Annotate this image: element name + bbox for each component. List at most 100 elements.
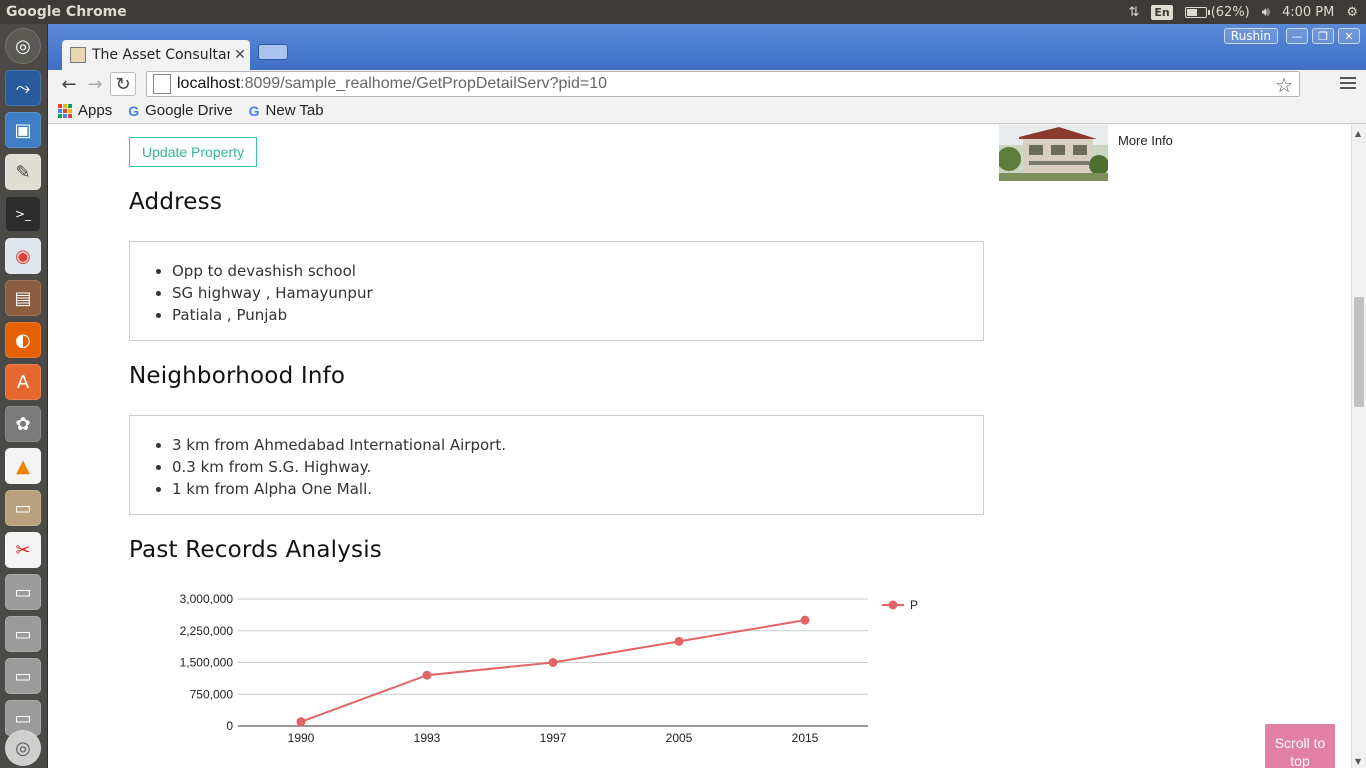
- maximize-button[interactable]: ❐: [1312, 28, 1334, 44]
- google-icon: G: [128, 102, 140, 119]
- system-top-panel: Google Chrome ⇅ En (62%) 🔊︎ 4:00 PM ⚙: [0, 0, 1366, 24]
- data-point: [674, 636, 684, 646]
- scroll-to-top-button[interactable]: Scroll to top: [1265, 724, 1335, 768]
- firefox-icon[interactable]: ◐: [5, 322, 41, 358]
- data-point: [296, 717, 306, 727]
- profile-button[interactable]: Rushin: [1223, 28, 1278, 44]
- settings-gear-icon[interactable]: ⚙: [1346, 5, 1358, 20]
- system-indicators: ⇅ En (62%) 🔊︎ 4:00 PM ⚙: [1128, 0, 1366, 24]
- text-editor-icon[interactable]: ✎: [5, 154, 41, 190]
- y-tick-label: 1,500,000: [180, 656, 234, 670]
- y-tick-label: 750,000: [190, 687, 234, 701]
- x-tick-label: 1990: [288, 731, 315, 745]
- bookmark-label: Google Drive: [145, 102, 233, 119]
- scroll-up-arrow-icon[interactable]: ▲: [1355, 129, 1361, 138]
- bookmark-apps[interactable]: Apps: [58, 102, 112, 119]
- bookmark-label: New Tab: [265, 102, 324, 119]
- series-line: [300, 619, 806, 723]
- window-titlebar: The Asset Consultan ✕ Rushin — ❐ ✕: [48, 24, 1366, 70]
- address-line: Patiala , Punjab: [172, 304, 983, 326]
- clock[interactable]: 4:00 PM: [1282, 5, 1334, 20]
- y-tick-label: 0: [226, 719, 233, 733]
- tab-close-icon[interactable]: ✕: [230, 47, 250, 63]
- battery-level-fill: [1186, 8, 1198, 16]
- virtualbox-icon[interactable]: ▣: [5, 112, 41, 148]
- property-thumbnail[interactable]: [999, 125, 1108, 181]
- neighborhood-box: 3 km from Ahmedabad International Airpor…: [129, 415, 984, 515]
- google-icon: G: [248, 102, 260, 119]
- address-list: Opp to devashish school SG highway , Ham…: [172, 260, 983, 326]
- bookmark-google-drive[interactable]: G Google Drive: [128, 102, 232, 119]
- y-tick-label: 2,250,000: [180, 624, 234, 638]
- legend-marker: [888, 600, 898, 610]
- window-controls: — ❐ ✕: [1286, 28, 1360, 44]
- volume-icon[interactable]: 🔊︎: [1262, 5, 1270, 20]
- data-point: [422, 670, 432, 680]
- site-favicon-icon: [70, 47, 86, 63]
- unity-launcher: ◎ ⤳ ▣ ✎ >_ ◉ ▤ ◐ A ✿ ▲ ▭ ✂ ▭ ▭ ▭ ▭ ◎: [0, 24, 48, 768]
- update-property-button[interactable]: Update Property: [129, 137, 257, 167]
- close-window-button[interactable]: ✕: [1338, 28, 1360, 44]
- neighborhood-list: 3 km from Ahmedabad International Airpor…: [172, 434, 983, 500]
- browser-toolbar: ← → ↻ localhost:8099/sample_realhome/Get…: [48, 70, 1366, 98]
- archive-manager-icon[interactable]: ▭: [5, 490, 41, 526]
- reload-button[interactable]: ↻: [110, 72, 136, 96]
- chrome-menu-button[interactable]: [1340, 73, 1356, 93]
- bookmarks-bar: Apps G Google Drive G New Tab: [48, 98, 1366, 124]
- data-point: [800, 615, 810, 625]
- active-app-name: Google Chrome: [6, 4, 127, 20]
- scrollbar-thumb[interactable]: [1354, 297, 1364, 407]
- battery-indicator[interactable]: (62%): [1184, 4, 1250, 20]
- git-client-icon[interactable]: ⤳: [5, 70, 41, 106]
- drive-icon[interactable]: ▭: [5, 574, 41, 610]
- optical-disc-icon[interactable]: ◎: [5, 730, 41, 766]
- neighborhood-line: 3 km from Ahmedabad International Airpor…: [172, 434, 983, 456]
- data-point: [548, 658, 558, 667]
- dash-home-icon[interactable]: ◎: [5, 28, 41, 64]
- apps-grid-icon: [58, 103, 72, 118]
- address-heading: Address: [129, 189, 222, 215]
- chrome-icon[interactable]: ◉: [5, 238, 41, 274]
- battery-percentage: (62%): [1210, 4, 1250, 20]
- bookmark-star-icon[interactable]: ☆: [1275, 73, 1293, 98]
- new-tab-button[interactable]: [258, 44, 288, 60]
- back-button[interactable]: ←: [56, 72, 82, 96]
- forward-button[interactable]: →: [82, 72, 108, 96]
- address-bar[interactable]: localhost:8099/sample_realhome/GetPropDe…: [146, 71, 1300, 97]
- y-tick-label: 3,000,000: [180, 592, 234, 606]
- network-icon[interactable]: ⇅: [1128, 5, 1139, 20]
- url-host: localhost: [177, 75, 241, 92]
- system-settings-icon[interactable]: ✿: [5, 406, 41, 442]
- pinta-icon[interactable]: ✂: [5, 532, 41, 568]
- minimize-button[interactable]: —: [1286, 28, 1308, 44]
- records-heading: Past Records Analysis: [129, 537, 382, 563]
- page-info-icon[interactable]: [153, 74, 171, 94]
- neighborhood-heading: Neighborhood Info: [129, 363, 346, 389]
- software-center-icon[interactable]: A: [5, 364, 41, 400]
- price-line-chart: 0 750,000 1,500,000 2,250,000 3,000,000 1990 1…: [180, 592, 918, 745]
- vlc-icon[interactable]: ▲: [5, 448, 41, 484]
- files-icon[interactable]: ▤: [5, 280, 41, 316]
- address-line: SG highway , Hamayunpur: [172, 282, 983, 304]
- terminal-icon[interactable]: >_: [5, 196, 41, 232]
- x-tick-label: 2015: [792, 731, 819, 745]
- address-line: Opp to devashish school: [172, 260, 983, 282]
- bookmark-label: Apps: [78, 102, 113, 119]
- keyboard-layout-indicator[interactable]: En: [1151, 4, 1173, 20]
- battery-icon: [1184, 6, 1210, 18]
- x-tick-label: 2005: [666, 731, 693, 745]
- tab-title: The Asset Consultan: [92, 47, 230, 63]
- chrome-window: The Asset Consultan ✕ Rushin — ❐ ✕ ← → ↻…: [48, 24, 1366, 768]
- more-info-link[interactable]: More Info: [1118, 133, 1173, 148]
- legend-label: Price: [910, 598, 918, 612]
- scroll-down-arrow-icon[interactable]: ▼: [1355, 757, 1361, 766]
- url-path: :8099/sample_realhome/GetPropDetailServ?…: [240, 75, 608, 92]
- x-tick-label: 1993: [414, 731, 441, 745]
- drive-icon[interactable]: ▭: [5, 658, 41, 694]
- drive-icon[interactable]: ▭: [5, 616, 41, 652]
- address-box: Opp to devashish school SG highway , Ham…: [129, 241, 984, 341]
- page-scrollbar[interactable]: ▲ ▼: [1351, 125, 1366, 768]
- x-tick-label: 1997: [540, 731, 567, 745]
- bookmark-new-tab[interactable]: G New Tab: [249, 102, 324, 119]
- browser-tab[interactable]: The Asset Consultan ✕: [62, 40, 250, 70]
